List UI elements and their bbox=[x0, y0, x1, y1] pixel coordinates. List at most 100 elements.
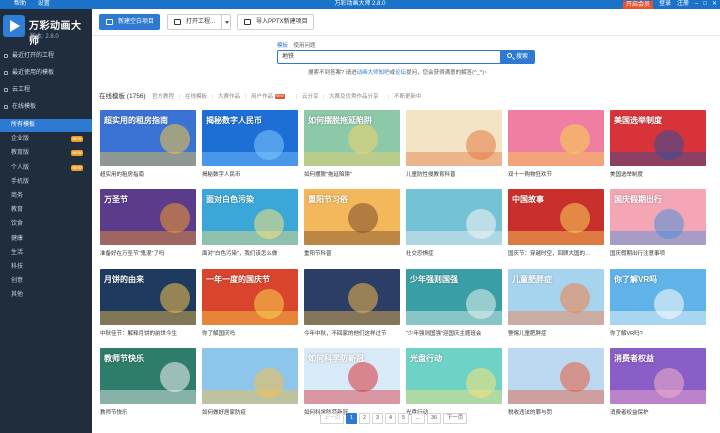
page-button[interactable]: 2 bbox=[359, 413, 370, 424]
sidebar-nav-item[interactable]: 云工程 bbox=[0, 83, 92, 98]
menu-settings[interactable]: 设置 bbox=[38, 1, 50, 7]
template-card[interactable]: 儿童肥胖症警惕儿童肥胖症 bbox=[508, 269, 604, 339]
template-thumbnail[interactable]: 你了解VR吗 bbox=[610, 269, 706, 325]
new-project-button[interactable]: 新建空白项目 bbox=[99, 14, 160, 30]
next-page-button[interactable]: 下一页 bbox=[443, 413, 467, 424]
sidebar-nav-item[interactable]: 在线模板 bbox=[0, 100, 92, 115]
category-contest-works[interactable]: 大赛作品 bbox=[218, 90, 240, 104]
sidebar-category-item[interactable]: 饮食 bbox=[0, 218, 92, 231]
template-thumbnail[interactable]: 美国选举制度 bbox=[610, 110, 706, 166]
template-caption[interactable]: 儿童防性侵教育科普 bbox=[406, 170, 502, 178]
template-thumbnail[interactable]: 超实用的租房指南 bbox=[100, 110, 196, 166]
template-caption[interactable]: 国庆节：穿越时空，回顾大国的… bbox=[508, 249, 604, 257]
category-cloud-share[interactable]: 云分享 bbox=[302, 90, 319, 104]
import-ppt-button[interactable]: 导入PPTX新建项目 bbox=[237, 14, 314, 30]
sidebar-category-item[interactable]: 所有模板 bbox=[0, 119, 92, 132]
prev-page-button[interactable]: 上一页 bbox=[320, 413, 344, 424]
template-caption[interactable]: 重阳节科普 bbox=[304, 249, 400, 257]
template-card[interactable]: 美国选举制度 美国选举制度 bbox=[610, 110, 706, 180]
template-caption[interactable]: 如何摆脱"拖延陷阱" bbox=[304, 170, 400, 178]
sidebar-category-item[interactable]: 手机版 bbox=[0, 176, 92, 189]
template-thumbnail[interactable] bbox=[508, 348, 604, 404]
template-card[interactable]: 国庆假期出行国庆假期出行注意事项 bbox=[610, 189, 706, 259]
template-caption[interactable]: 警惕儿童肥胖症 bbox=[508, 329, 604, 337]
template-card[interactable]: 今年中秋，不回家的他们这样过节 bbox=[304, 269, 400, 339]
tab-usage-questions[interactable]: 使用问题 bbox=[294, 43, 316, 49]
template-thumbnail[interactable] bbox=[304, 269, 400, 325]
template-card[interactable]: 少年强则国强 "少年强则国强"迎国庆主题班会 bbox=[406, 269, 502, 339]
register-link[interactable]: 注册 bbox=[677, 0, 689, 9]
template-card[interactable]: 光盘行动光盘行动 bbox=[406, 348, 502, 418]
template-thumbnail[interactable]: 如何科学防新冠 bbox=[304, 348, 400, 404]
template-card[interactable]: 双十一购物狂欢节 bbox=[508, 110, 604, 180]
template-thumbnail[interactable] bbox=[406, 189, 502, 245]
template-caption[interactable]: 超实用的租房指南 bbox=[100, 170, 196, 178]
template-card[interactable]: 揭秘数字人民币 揭秘数字人民币 bbox=[202, 110, 298, 180]
template-card[interactable]: 一年一度的国庆节你了解国庆吗 bbox=[202, 269, 298, 339]
sidebar-nav-item[interactable]: 最近使用的模板 bbox=[0, 66, 92, 81]
sidebar-category-item[interactable]: 其他 bbox=[0, 289, 92, 302]
sidebar-category-item[interactable]: 教育版 NEW bbox=[0, 147, 92, 160]
template-caption[interactable]: 你了解国庆吗 bbox=[202, 329, 298, 337]
template-card[interactable]: 社交恐惧症 bbox=[406, 189, 502, 259]
hint-link-forum[interactable]: 论坛 bbox=[395, 70, 406, 76]
template-thumbnail[interactable]: 如何摆脱拖延陷阱 bbox=[304, 110, 400, 166]
sidebar-category-item[interactable]: 科技 bbox=[0, 261, 92, 274]
template-card[interactable]: 如何科学防新冠如何科学防范新冠 bbox=[304, 348, 400, 418]
page-button[interactable]: 3 bbox=[372, 413, 383, 424]
template-thumbnail[interactable]: 少年强则国强 bbox=[406, 269, 502, 325]
template-caption[interactable]: 双十一购物狂欢节 bbox=[508, 170, 604, 178]
page-button[interactable]: 36 bbox=[427, 413, 441, 424]
category-contest-share[interactable]: 大赛及优秀作品分享 bbox=[329, 90, 379, 104]
template-caption[interactable]: 准备好在万圣节"鬼混"了吗 bbox=[100, 249, 196, 257]
search-button[interactable]: 搜索 bbox=[500, 50, 535, 64]
template-card[interactable]: 面对白色污染 面对"白色污染"，我们该怎么做 bbox=[202, 189, 298, 259]
template-thumbnail[interactable]: 国庆假期出行 bbox=[610, 189, 706, 245]
template-thumbnail[interactable] bbox=[202, 348, 298, 404]
template-card[interactable]: 万圣节准备好在万圣节"鬼混"了吗 bbox=[100, 189, 196, 259]
sidebar-category-item[interactable]: 教育 bbox=[0, 204, 92, 217]
template-thumbnail[interactable]: 重阳节习俗 bbox=[304, 189, 400, 245]
sidebar-category-item[interactable]: 个人版 NEW bbox=[0, 162, 92, 175]
template-thumbnail[interactable]: 消费者权益 bbox=[610, 348, 706, 404]
template-thumbnail[interactable]: 光盘行动 bbox=[406, 348, 502, 404]
chevron-down-icon[interactable] bbox=[221, 14, 231, 30]
template-thumbnail[interactable]: 万圣节 bbox=[100, 189, 196, 245]
sidebar-category-item[interactable]: 健康 bbox=[0, 233, 92, 246]
template-card[interactable]: 重阳节习俗重阳节科普 bbox=[304, 189, 400, 259]
close-icon[interactable]: ✕ bbox=[712, 0, 717, 9]
category-official-tutorials[interactable]: 官方教程 bbox=[152, 90, 174, 104]
sidebar-category-item[interactable]: 商务 bbox=[0, 190, 92, 203]
template-caption[interactable]: 国庆假期出行注意事项 bbox=[610, 249, 706, 257]
category-online-templates[interactable]: 在线模板 bbox=[185, 90, 207, 104]
template-card[interactable]: 如何做好居家防疫 bbox=[202, 348, 298, 418]
template-caption[interactable]: 中秋佳节：解释月饼的前世今生 bbox=[100, 329, 196, 337]
vip-button[interactable]: 开启会员 bbox=[622, 0, 653, 9]
template-caption[interactable]: 揭秘数字人民币 bbox=[202, 170, 298, 178]
template-caption[interactable]: 社交恐惧症 bbox=[406, 249, 502, 257]
menu-help[interactable]: 帮助 bbox=[14, 1, 26, 7]
template-thumbnail[interactable]: 一年一度的国庆节 bbox=[202, 269, 298, 325]
category-user-works[interactable]: 用户作品 NEW bbox=[251, 90, 285, 104]
sidebar-category-item[interactable]: 创意 bbox=[0, 275, 92, 288]
template-caption[interactable]: 今年中秋，不回家的他们这样过节 bbox=[304, 329, 400, 337]
minimize-icon[interactable]: – bbox=[695, 0, 698, 9]
open-project-button[interactable]: 打开工程... bbox=[167, 14, 231, 30]
page-button[interactable]: 5 bbox=[398, 413, 409, 424]
hint-link-zhiba[interactable]: 动画大师知吧 bbox=[357, 70, 390, 76]
template-caption[interactable]: "少年强则国强"迎国庆主题班会 bbox=[406, 329, 502, 337]
login-link[interactable]: 登录 bbox=[659, 0, 671, 9]
template-card[interactable]: 儿童防性侵教育科普 bbox=[406, 110, 502, 180]
search-input[interactable]: 地铁 bbox=[277, 50, 501, 64]
template-thumbnail[interactable]: 面对白色污染 bbox=[202, 189, 298, 245]
template-thumbnail[interactable]: 教师节快乐 bbox=[100, 348, 196, 404]
template-thumbnail[interactable] bbox=[508, 110, 604, 166]
template-card[interactable]: 你了解VR吗 你了解VR吗? bbox=[610, 269, 706, 339]
template-caption[interactable]: 美国选举制度 bbox=[610, 170, 706, 178]
sidebar-category-item[interactable]: 企业版 NEW bbox=[0, 133, 92, 146]
tab-templates[interactable]: 模板 bbox=[277, 43, 288, 49]
template-card[interactable]: 教师节快乐 教师节快乐 bbox=[100, 348, 196, 418]
template-thumbnail[interactable]: 儿童肥胖症 bbox=[508, 269, 604, 325]
sidebar-nav-item[interactable]: 最近打开的工程 bbox=[0, 49, 92, 64]
page-button[interactable]: 1 bbox=[346, 413, 357, 424]
